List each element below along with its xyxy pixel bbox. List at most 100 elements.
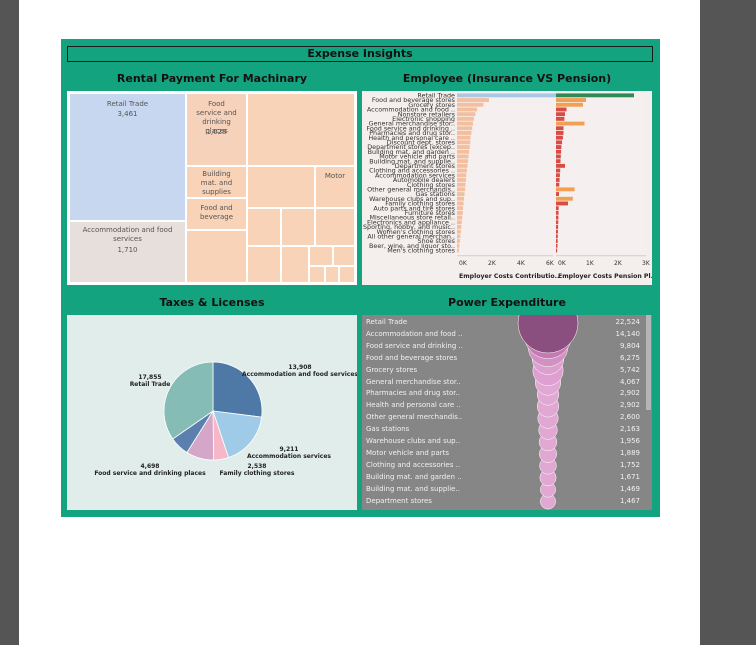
pension-bar[interactable] [556, 201, 568, 206]
pension-bar[interactable] [556, 248, 558, 253]
insurance-bar[interactable] [457, 159, 469, 164]
insurance-bar[interactable] [457, 116, 474, 121]
pension-bar[interactable] [556, 173, 560, 178]
pension-bar[interactable] [556, 163, 565, 168]
pension-bar[interactable] [556, 168, 561, 173]
insurance-bar[interactable] [457, 201, 464, 206]
pension-bar[interactable] [556, 126, 564, 131]
treemap-cell-other-2[interactable] [186, 230, 247, 283]
power-row[interactable]: Pharmacies and drug stor.. 2,902 [362, 388, 650, 400]
power-row[interactable]: Other general merchandis.. 2,600 [362, 412, 650, 424]
insurance-bar[interactable] [457, 234, 461, 239]
insurance-bar[interactable] [457, 187, 465, 192]
treemap-cell-other-5[interactable] [281, 208, 315, 246]
pension-bar[interactable] [556, 112, 565, 117]
insurance-bar[interactable] [457, 163, 468, 168]
treemap-cell-other-3[interactable] [247, 166, 315, 208]
insurance-bar[interactable] [457, 173, 467, 178]
pension-bar[interactable] [556, 187, 575, 192]
pension-bar[interactable] [556, 178, 560, 182]
insurance-bar[interactable] [457, 126, 473, 131]
scrollbar-thumb[interactable] [646, 315, 651, 410]
treemap-cell-other-7[interactable] [247, 246, 281, 283]
treemap-cell-other-1[interactable] [247, 93, 355, 166]
insurance-bar[interactable] [457, 215, 463, 220]
insurance-bar[interactable] [457, 239, 460, 243]
pension-bar[interactable] [556, 121, 585, 126]
insurance-bar[interactable] [457, 168, 467, 173]
pension-bar[interactable] [556, 192, 559, 196]
insurance-bar[interactable] [457, 154, 469, 159]
treemap-cell-other-9[interactable] [309, 246, 333, 266]
insurance-bar[interactable] [457, 248, 459, 253]
pension-bar[interactable] [556, 225, 559, 229]
insurance-bar[interactable] [457, 225, 462, 229]
insurance-bar[interactable] [457, 210, 463, 215]
pension-bar[interactable] [556, 159, 561, 164]
pension-bar[interactable] [556, 145, 562, 149]
power-row[interactable]: Building mat. and supplie.. 1,469 [362, 484, 650, 496]
pension-bar[interactable] [556, 196, 573, 201]
treemap-cell-other-12[interactable] [325, 266, 339, 283]
treemap-cell-other-13[interactable] [339, 266, 355, 283]
insurance-bar[interactable] [457, 220, 462, 225]
insurance-bar[interactable] [457, 196, 465, 201]
power-row[interactable]: Motor vehicle and parts 1,889 [362, 448, 650, 460]
insurance-bar[interactable] [457, 192, 465, 196]
pension-bar[interactable] [556, 210, 559, 215]
power-row[interactable]: Accommodation and food .. 14,140 [362, 329, 650, 341]
treemap-cell-other-10[interactable] [333, 246, 355, 266]
treemap-cell-food-beverage[interactable]: Food and beverage [186, 198, 247, 230]
treemap-cell-motor[interactable]: Motor [315, 166, 355, 208]
insurance-bar[interactable] [457, 107, 477, 112]
power-row[interactable]: Food and beverage stores 6,275 [362, 353, 650, 365]
treemap-cell-other-11[interactable] [309, 266, 325, 283]
treemap-cell-building-mat[interactable]: Building mat. and supplies [186, 166, 247, 198]
pension-bar[interactable] [556, 102, 583, 107]
insurance-bar[interactable] [457, 98, 489, 102]
power-row[interactable]: Grocery stores 5,742 [362, 365, 650, 377]
pension-bar[interactable] [556, 215, 559, 220]
power-row[interactable]: Retail Trade 22,524 [362, 317, 650, 329]
power-row[interactable]: Warehouse clubs and sup.. 1,956 [362, 436, 650, 448]
pension-bar[interactable] [556, 154, 561, 159]
pension-bar[interactable] [556, 107, 567, 112]
pension-bar[interactable] [556, 135, 563, 140]
insurance-bar[interactable] [457, 112, 476, 117]
treemap-cell-food-service[interactable]: Food service and drinking places 1,028 [186, 93, 247, 166]
pension-bar[interactable] [556, 220, 559, 225]
pension-bar[interactable] [556, 206, 559, 211]
power-row[interactable]: Gas stations 2,163 [362, 424, 650, 436]
insurance-bar[interactable] [457, 121, 473, 126]
insurance-bar[interactable] [457, 93, 557, 98]
insurance-bar[interactable] [457, 131, 472, 135]
power-row[interactable]: Food service and drinking .. 9,804 [362, 341, 650, 353]
insurance-bar[interactable] [457, 206, 464, 211]
pension-bar[interactable] [556, 229, 558, 234]
insurance-bar[interactable] [457, 102, 484, 107]
power-row[interactable]: Department stores 1,467 [362, 496, 650, 508]
insurance-bar[interactable] [457, 182, 466, 187]
power-row[interactable]: Building mat. and garden .. 1,671 [362, 472, 650, 484]
insurance-bar[interactable] [457, 229, 461, 234]
pension-bar[interactable] [556, 140, 562, 145]
pension-bar[interactable] [556, 98, 586, 102]
insurance-bar[interactable] [457, 243, 460, 248]
pension-bar[interactable] [556, 234, 558, 239]
pension-bar[interactable] [556, 93, 634, 98]
pension-bar[interactable] [556, 116, 565, 121]
power-row[interactable]: Clothing and accessories .. 1,752 [362, 460, 650, 472]
pension-bar[interactable] [556, 182, 560, 187]
power-row[interactable]: Health and personal care .. 2,902 [362, 400, 650, 412]
treemap-cell-accommodation[interactable]: Accommodation and food services 1,710 [69, 221, 186, 283]
insurance-bar[interactable] [457, 149, 470, 154]
pension-bar[interactable] [556, 131, 564, 135]
treemap-cell-other-4[interactable] [247, 208, 281, 246]
power-row[interactable]: General merchandise stor.. 4,067 [362, 377, 650, 389]
pension-bar[interactable] [556, 243, 558, 248]
insurance-bar[interactable] [457, 178, 466, 182]
insurance-bar[interactable] [457, 140, 471, 145]
insurance-bar[interactable] [457, 145, 470, 149]
treemap-cell-retail-trade[interactable]: Retail Trade 3,461 [69, 93, 186, 221]
treemap-cell-other-6[interactable] [315, 208, 355, 246]
